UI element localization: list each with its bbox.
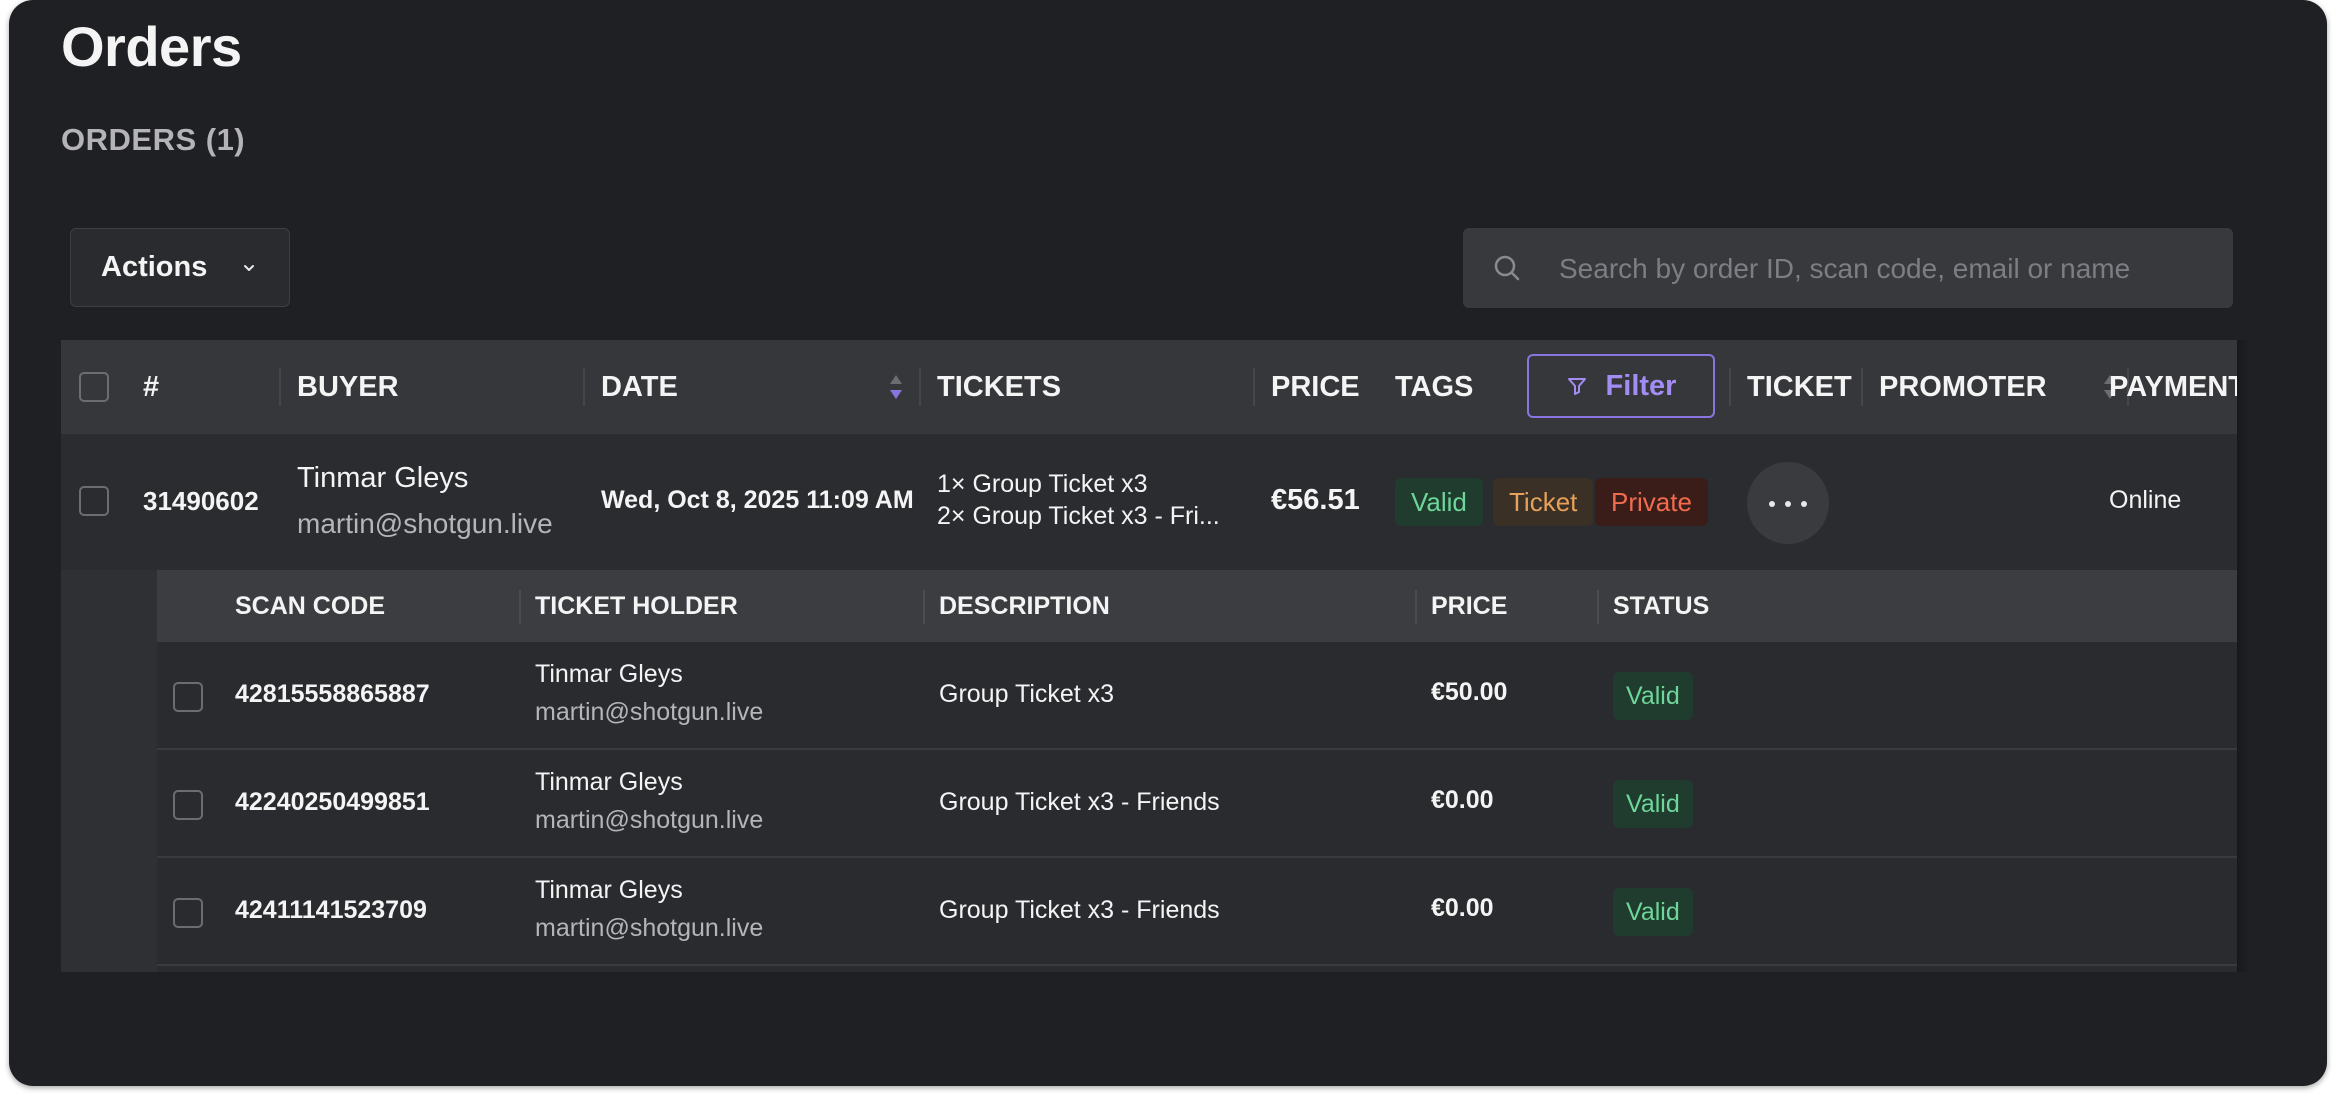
scan-code: 42240250499851 [235, 788, 430, 816]
header-date[interactable]: DATE [601, 340, 678, 434]
ticket-description: Group Ticket x3 - Friends [939, 896, 1220, 924]
header-number: # [143, 371, 160, 403]
header-tickets: TICKETS [937, 371, 1062, 403]
tag-private: Private [1595, 478, 1708, 526]
header-promoter[interactable]: PROMOTER [1879, 340, 2047, 434]
actions-label: Actions [101, 251, 208, 283]
ticket-row[interactable]: 42411141523709 Tinmar Gleys martin@shotg… [157, 858, 2237, 966]
ticket-checkbox[interactable] [173, 682, 203, 712]
status-badge: Valid [1613, 780, 1693, 828]
dot [1785, 501, 1791, 507]
search-box [1463, 228, 2233, 310]
holder-name: Tinmar Gleys [535, 768, 683, 796]
sort-icon[interactable] [887, 372, 905, 402]
dot [1801, 501, 1807, 507]
ticket-description: Group Ticket x3 [939, 680, 1115, 708]
filter-icon [1567, 378, 1586, 395]
holder-email: martin@shotgun.live [535, 914, 764, 942]
select-all-checkbox[interactable] [79, 372, 109, 402]
header-buyer[interactable]: BUYER [297, 340, 399, 434]
column-divider [1729, 368, 1731, 406]
ticket-checkbox[interactable] [173, 790, 203, 820]
ticket-price: €0.00 [1431, 894, 1494, 922]
holder-email: martin@shotgun.live [535, 698, 764, 726]
status-badge: Valid [1613, 888, 1693, 936]
section-title: ORDERS (1) [61, 122, 246, 157]
ticket-row[interactable]: 42815558865887 Tinmar Gleys martin@shotg… [157, 642, 2237, 750]
tickets-subtable-header: SCAN CODE TICKET HOLDER DESCRIPTION PRIC… [157, 570, 2237, 642]
column-divider [583, 368, 585, 406]
search-input[interactable] [1557, 228, 2201, 310]
tickets-summary-line: 1× Group Ticket x3 [937, 470, 1148, 498]
subheader-scan-code: SCAN CODE [235, 592, 386, 620]
scan-code: 42815558865887 [235, 680, 430, 708]
buyer-email: martin@shotgun.live [297, 508, 553, 539]
tag-ticket: Ticket [1493, 478, 1594, 526]
order-date: Wed, Oct 8, 2025 11:09 AM [601, 486, 914, 514]
subheader-ticket-holder: TICKET HOLDER [535, 592, 738, 620]
column-divider [923, 590, 925, 624]
filter-button[interactable]: Filter [1527, 354, 1715, 418]
more-options-button[interactable] [1747, 462, 1829, 544]
column-divider [519, 590, 521, 624]
chevron-down-icon [244, 264, 255, 271]
scan-code: 42411141523709 [235, 896, 427, 924]
header-tags: TAGS [1395, 371, 1474, 403]
holder-name: Tinmar Gleys [535, 660, 683, 688]
order-checkbox[interactable] [79, 486, 109, 516]
holder-name: Tinmar Gleys [535, 876, 683, 904]
subheader-price: PRICE [1431, 592, 1508, 620]
scroll-shadow [2237, 340, 2249, 972]
filter-label: Filter [1605, 369, 1677, 402]
column-divider [1597, 590, 1599, 624]
header-price: PRICE [1271, 371, 1360, 403]
status-badge: Valid [1613, 672, 1693, 720]
expanded-indent [61, 570, 157, 972]
column-divider [1861, 368, 1863, 406]
column-divider [1253, 368, 1255, 406]
header-ticket: TICKET [1747, 371, 1852, 403]
ticket-description: Group Ticket x3 - Friends [939, 788, 1220, 816]
payment-method: Online [2109, 486, 2182, 514]
column-divider [919, 368, 921, 406]
ticket-row[interactable]: 42240250499851 Tinmar Gleys martin@shotg… [157, 750, 2237, 858]
table-header: # BUYER DATE TICKETS PRICE TAGS Filter T… [61, 340, 2237, 434]
orders-table: # BUYER DATE TICKETS PRICE TAGS Filter T… [61, 340, 2237, 972]
actions-dropdown-button[interactable]: Actions [70, 228, 290, 307]
subheader-description: DESCRIPTION [939, 592, 1110, 620]
dot [1769, 501, 1775, 507]
order-row[interactable]: 31490602 Tinmar Gleys martin@shotgun.liv… [61, 434, 2237, 571]
subheader-status: STATUS [1613, 592, 1710, 620]
ticket-price: €50.00 [1431, 678, 1508, 706]
order-id: 31490602 [143, 486, 259, 516]
tickets-summary-line: 2× Group Ticket x3 - Fri... [937, 502, 1220, 530]
search-icon [1494, 255, 1520, 281]
column-divider [279, 368, 281, 406]
page-title: Orders [61, 15, 242, 78]
buyer-name: Tinmar Gleys [297, 462, 469, 494]
orders-panel: Orders ORDERS (1) Actions # BUYER DATE T [9, 0, 2327, 1086]
column-divider [1415, 590, 1417, 624]
holder-email: martin@shotgun.live [535, 806, 764, 834]
ticket-price: €0.00 [1431, 786, 1494, 814]
header-payment: PAYMENT [2109, 371, 2237, 403]
order-price: €56.51 [1271, 484, 1360, 516]
ticket-checkbox[interactable] [173, 898, 203, 928]
tag-valid: Valid [1395, 478, 1483, 526]
